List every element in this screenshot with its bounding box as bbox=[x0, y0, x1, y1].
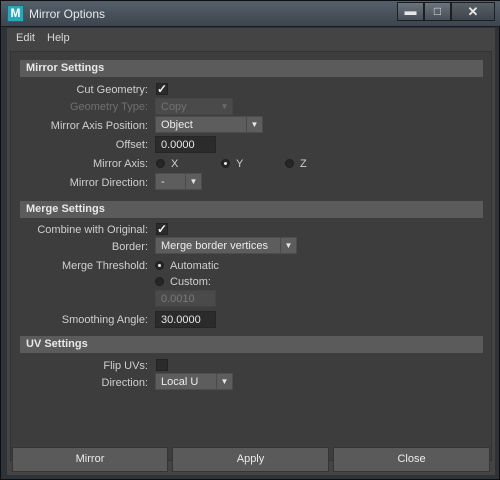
merge-threshold-label: Merge Threshold: bbox=[61, 260, 148, 272]
offset-label: Offset: bbox=[115, 139, 148, 151]
mirror-direction-dropdown[interactable]: - ▼ bbox=[155, 173, 202, 190]
window-title: Mirror Options bbox=[29, 7, 106, 21]
merge-threshold-automatic-radio[interactable] bbox=[155, 261, 164, 270]
geometry-type-label: Geometry Type: bbox=[69, 101, 148, 113]
direction-dropdown[interactable]: Local U ▼ bbox=[155, 373, 233, 390]
border-label: Border: bbox=[111, 241, 148, 253]
direction-label: Direction: bbox=[101, 377, 148, 389]
combine-with-original-checkbox[interactable]: ✓ bbox=[156, 223, 168, 235]
mirror-direction-label: Mirror Direction: bbox=[69, 177, 148, 189]
chevron-down-icon: ▼ bbox=[280, 238, 296, 253]
mirror-axis-z-radio[interactable] bbox=[285, 159, 294, 168]
window-client: Edit Help Mirror Settings Cut Geometry: … bbox=[7, 28, 495, 475]
mirror-axis-position-value: Object bbox=[161, 119, 193, 131]
mirror-axis-position-dropdown[interactable]: Object ▼ bbox=[155, 116, 263, 133]
border-value: Merge border vertices bbox=[161, 240, 268, 252]
mirror-axis-z-label: Z bbox=[300, 158, 307, 170]
smoothing-angle-label: Smoothing Angle: bbox=[61, 314, 148, 326]
mirror-axis-x-label: X bbox=[171, 158, 179, 170]
uv-settings-header[interactable]: UV Settings bbox=[20, 336, 483, 353]
mirror-axis-y-radio[interactable] bbox=[221, 159, 230, 168]
title-bar[interactable]: M Mirror Options ▬ □ ✕ bbox=[1, 1, 500, 27]
chevron-down-icon: ▼ bbox=[185, 174, 201, 189]
maximize-button[interactable]: □ bbox=[424, 2, 451, 21]
mirror-axis-position-label: Mirror Axis Position: bbox=[50, 120, 148, 132]
minimize-button[interactable]: ▬ bbox=[397, 2, 424, 21]
chevron-down-icon: ▼ bbox=[216, 374, 232, 389]
menu-edit[interactable]: Edit bbox=[16, 32, 35, 44]
combine-with-original-label: Combine with Original: bbox=[37, 224, 148, 236]
geometry-type-value: Copy bbox=[161, 101, 187, 113]
mirror-axis-y-label: Y bbox=[236, 158, 244, 170]
mirror-axis-label: Mirror Axis: bbox=[93, 158, 148, 170]
cut-geometry-label: Cut Geometry: bbox=[76, 84, 148, 96]
apply-button[interactable]: Apply bbox=[172, 447, 329, 472]
mirror-settings-header[interactable]: Mirror Settings bbox=[20, 60, 483, 77]
cut-geometry-checkbox[interactable]: ✓ bbox=[156, 83, 168, 95]
menu-bar: Edit Help bbox=[7, 28, 495, 48]
merge-threshold-custom-label: Custom: bbox=[170, 276, 211, 288]
border-dropdown[interactable]: Merge border vertices ▼ bbox=[155, 237, 297, 254]
merge-threshold-custom-radio[interactable] bbox=[155, 277, 164, 286]
menu-help[interactable]: Help bbox=[47, 32, 70, 44]
offset-field[interactable]: 0.0000 bbox=[155, 136, 216, 153]
chevron-down-icon: ▼ bbox=[216, 99, 232, 114]
direction-value: Local U bbox=[161, 376, 199, 388]
mirror-button[interactable]: Mirror bbox=[12, 447, 168, 472]
merge-threshold-automatic-label: Automatic bbox=[170, 260, 219, 272]
custom-threshold-field: 0.0010 bbox=[155, 290, 216, 307]
geometry-type-dropdown: Copy ▼ bbox=[155, 98, 233, 115]
flip-uvs-checkbox[interactable] bbox=[156, 359, 168, 371]
close-window-button[interactable]: ✕ bbox=[451, 2, 495, 21]
chevron-down-icon: ▼ bbox=[246, 117, 262, 132]
mirror-options-window: M Mirror Options ▬ □ ✕ Edit Help Mirror … bbox=[0, 0, 500, 480]
merge-settings-header[interactable]: Merge Settings bbox=[20, 201, 483, 218]
options-panel: Mirror Settings Cut Geometry: ✓ Geometry… bbox=[10, 51, 492, 461]
mirror-axis-x-radio[interactable] bbox=[156, 159, 165, 168]
flip-uvs-label: Flip UVs: bbox=[103, 360, 148, 372]
window-controls: ▬ □ ✕ bbox=[397, 2, 495, 21]
maya-icon: M bbox=[7, 5, 24, 22]
mirror-direction-value: - bbox=[161, 176, 165, 188]
close-button[interactable]: Close bbox=[333, 447, 490, 472]
smoothing-angle-field[interactable]: 30.0000 bbox=[155, 311, 216, 328]
